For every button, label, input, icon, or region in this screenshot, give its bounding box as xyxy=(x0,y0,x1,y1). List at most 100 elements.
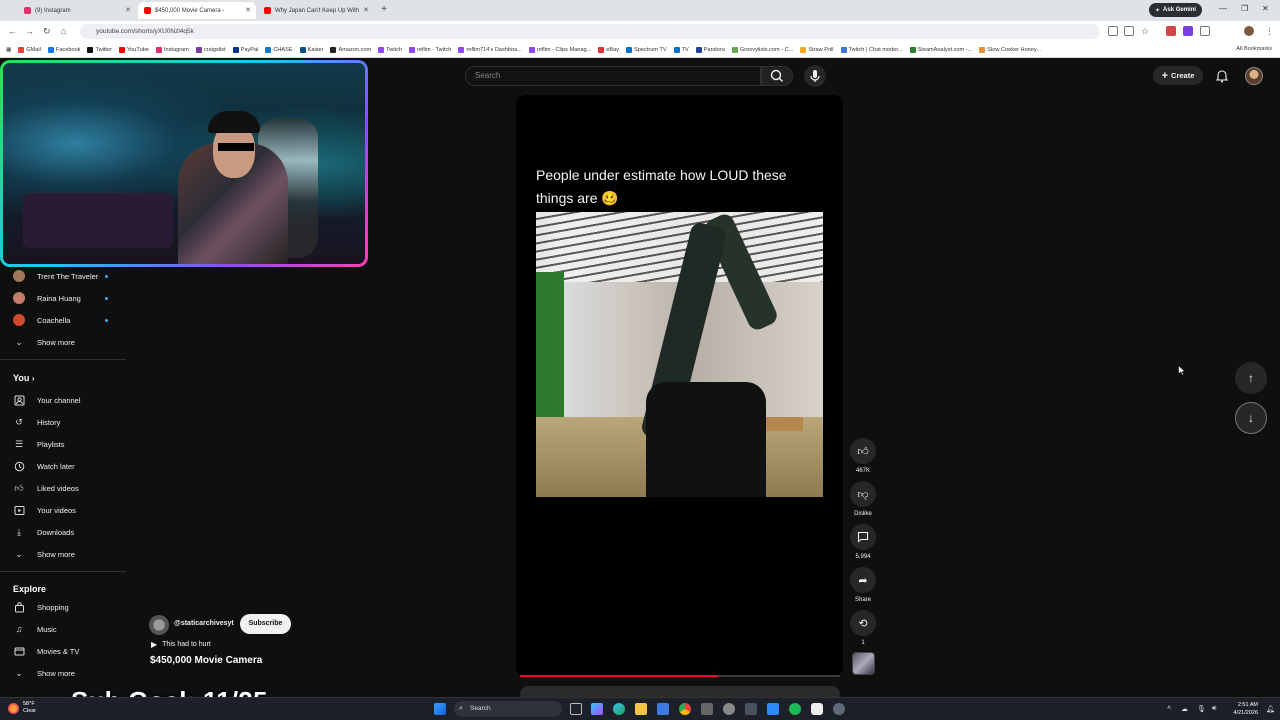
file-explorer-icon[interactable] xyxy=(635,703,647,715)
bookmark-item[interactable]: YouTube xyxy=(118,46,149,53)
sidebar-item-movies-tv[interactable]: Movies & TV xyxy=(0,640,126,662)
extension-icon[interactable] xyxy=(1166,26,1176,36)
bookmark-item[interactable]: TV xyxy=(673,46,689,53)
sidebar-item-your-videos[interactable]: Your videos xyxy=(0,499,126,521)
dislike-button[interactable]: 👎︎ xyxy=(850,481,876,507)
sidebar-item-downloads[interactable]: ⤓ Downloads xyxy=(0,521,126,543)
apps-grid-icon[interactable]: ▦ xyxy=(6,47,11,53)
bookmark-item[interactable]: Twitch | Chat moder... xyxy=(840,46,903,53)
sidebar-item-your-channel[interactable]: Your channel xyxy=(0,389,126,411)
taskbar-clock[interactable]: 2:51 AM 4/21/2026 xyxy=(1218,701,1258,717)
sidebar-subscription[interactable]: Raina Huang xyxy=(0,287,126,309)
ask-gemini-button[interactable]: ✦ Ask Gemini xyxy=(1149,3,1203,17)
sidebar-item-music[interactable]: ♫ Music xyxy=(0,618,126,640)
tab-movie-camera[interactable]: $450,000 Movie Camera - ✕ xyxy=(138,2,256,19)
sidebar-subscription[interactable]: Coachella xyxy=(0,309,126,331)
edge-icon[interactable] xyxy=(613,703,625,715)
windows-start-icon[interactable] xyxy=(434,703,446,715)
bookmark-item[interactable]: PayPal xyxy=(232,46,258,53)
create-button[interactable]: + Create xyxy=(1153,66,1203,85)
puzzle-icon[interactable] xyxy=(1200,26,1210,36)
remix-button[interactable]: ⟲ xyxy=(850,610,876,636)
task-view-icon[interactable] xyxy=(570,703,582,715)
volume-icon[interactable]: 🔊︎ xyxy=(1212,705,1216,713)
bookmark-item[interactable]: reflim - Twitch xyxy=(408,46,451,53)
bookmark-item[interactable]: CHASE xyxy=(265,46,293,53)
share-icon[interactable] xyxy=(1124,26,1134,36)
you-heading[interactable]: You › xyxy=(13,373,35,383)
star-icon[interactable]: ☆ xyxy=(1141,26,1149,37)
notifications-button[interactable] xyxy=(1215,69,1229,88)
comments-button[interactable] xyxy=(850,524,876,550)
dislike-action[interactable]: 👎︎ Dislike xyxy=(850,481,876,517)
sidebar-item-playlists[interactable]: ☰ Playlists xyxy=(0,433,126,455)
sidebar-item-watch-later[interactable]: Watch later xyxy=(0,455,126,477)
bookmark-item[interactable]: Straw Poll xyxy=(800,46,834,53)
bookmark-item[interactable]: Spectrum TV xyxy=(626,46,667,53)
comments-action[interactable]: 5,994 xyxy=(850,524,876,560)
previous-short-button[interactable]: ↑ xyxy=(1235,362,1267,394)
tab-japan[interactable]: Why Japan Can't Keep Up With ✕ xyxy=(258,2,374,19)
search-input[interactable]: Search xyxy=(465,66,761,86)
show-more-button[interactable]: ⌄ Show more xyxy=(0,331,126,353)
search-button[interactable] xyxy=(761,66,793,86)
app-icon[interactable] xyxy=(833,703,845,715)
tab-instagram[interactable]: (9) Instagram ✕ xyxy=(18,2,136,19)
new-tab-button[interactable]: + xyxy=(378,4,390,16)
bookmark-item[interactable]: Facebook xyxy=(47,46,80,53)
cast-icon[interactable] xyxy=(1108,26,1118,36)
extension-icon[interactable] xyxy=(1183,26,1193,36)
home-icon[interactable]: ⌂ xyxy=(61,26,66,36)
next-short-button[interactable]: ↓ xyxy=(1235,402,1267,434)
bookmark-item[interactable]: Instagram xyxy=(155,46,189,53)
next-short-preview[interactable] xyxy=(520,686,840,697)
bookmark-item[interactable]: eBay xyxy=(598,46,619,53)
app-icon[interactable] xyxy=(723,703,735,715)
app-icon[interactable] xyxy=(701,703,713,715)
back-icon[interactable]: ← xyxy=(8,26,17,36)
close-tab-icon[interactable]: ✕ xyxy=(245,6,251,14)
notification-bell-icon[interactable]: 🔔︎ xyxy=(1266,705,1275,713)
taskbar-search[interactable]: ⌕ Search xyxy=(454,701,562,717)
chevron-up-icon[interactable]: ˄ xyxy=(1167,705,1171,712)
mic-tray-icon[interactable]: 🎙︎ xyxy=(1197,705,1206,713)
share-action[interactable]: ➦ Share xyxy=(850,567,876,603)
sidebar-item-liked-videos[interactable]: 👍︎ Liked videos xyxy=(0,477,126,499)
sound-thumbnail[interactable] xyxy=(852,652,875,675)
video-progress-bar[interactable] xyxy=(520,675,840,677)
profile-icon[interactable] xyxy=(1244,26,1254,36)
app-icon[interactable] xyxy=(745,703,757,715)
copilot-icon[interactable] xyxy=(591,703,603,715)
share-button[interactable]: ➦ xyxy=(850,567,876,593)
bookmark-item[interactable]: Kaiser xyxy=(299,46,323,53)
menu-icon[interactable]: ⋮ xyxy=(1265,26,1274,37)
close-tab-icon[interactable]: ✕ xyxy=(125,6,131,14)
reload-icon[interactable]: ↻ xyxy=(43,26,51,37)
show-more-button[interactable]: ⌄ Show more xyxy=(0,662,126,684)
bookmark-item[interactable]: reflim714's Dashboa... xyxy=(458,46,522,53)
remix-action[interactable]: ⟲ 1 xyxy=(850,610,876,646)
maximize-icon[interactable]: ❐ xyxy=(1241,4,1248,13)
bookmark-item[interactable]: Twitter xyxy=(87,46,112,53)
app-icon[interactable] xyxy=(767,703,779,715)
spotify-icon[interactable] xyxy=(789,703,801,715)
sidebar-item-history[interactable]: ↺ History xyxy=(0,411,126,433)
bookmark-item[interactable]: Pandora xyxy=(695,46,725,53)
bookmark-item[interactable]: Twitch xyxy=(378,46,402,53)
sidebar-item-shopping[interactable]: Shopping xyxy=(0,596,126,618)
like-button[interactable]: 👍︎ xyxy=(850,438,876,464)
sound-link[interactable]: ▶ This had to hurt xyxy=(151,640,211,649)
show-more-button[interactable]: ⌄ Show more xyxy=(0,543,126,565)
like-action[interactable]: 👍︎ 467K xyxy=(850,438,876,474)
bookmark-item[interactable]: craigslist xyxy=(195,46,226,53)
sidebar-subscription[interactable]: Trent The Traveler xyxy=(0,265,126,287)
bookmark-item[interactable]: GMail xyxy=(18,46,41,53)
voice-search-button[interactable] xyxy=(804,65,826,87)
subscribe-button[interactable]: Subscribe xyxy=(240,614,291,634)
bookmark-item[interactable]: Amazon.com xyxy=(330,46,371,53)
video-frame[interactable] xyxy=(536,212,823,497)
all-bookmarks-button[interactable]: All Bookmarks xyxy=(1236,46,1272,52)
close-tab-icon[interactable]: ✕ xyxy=(363,6,369,14)
cloud-icon[interactable]: ☁ xyxy=(1181,705,1188,713)
obs-icon[interactable] xyxy=(811,703,823,715)
